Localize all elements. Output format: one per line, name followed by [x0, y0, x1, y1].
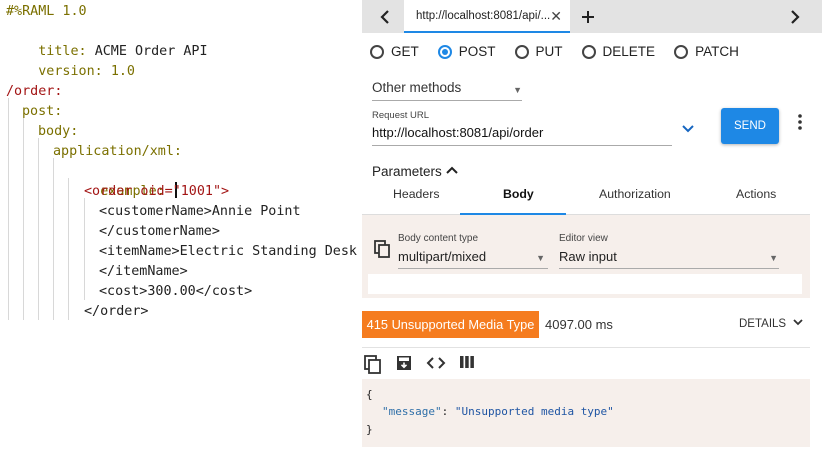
http-method-group: GET POST PUT DELETE PATCH — [370, 44, 758, 59]
request-url-label: Request URL — [372, 110, 430, 121]
body-editor-card: Body content type multipart/mixed ▼ Edit… — [362, 215, 810, 298]
tab-actions[interactable]: Actions — [736, 187, 776, 201]
tab-bar: http://localhost:8081/api/... ✕ — [362, 0, 822, 33]
status-badge: 415 Unsupported Media Type — [362, 311, 539, 338]
dropdown-arrow-icon[interactable]: ▼ — [535, 253, 545, 263]
code-line-xml: <cost>300.00</cost> — [99, 284, 253, 299]
chevron-down-icon[interactable] — [682, 120, 694, 136]
other-methods-label: Other methods — [372, 80, 462, 95]
send-button[interactable]: SEND — [721, 108, 779, 144]
close-icon[interactable]: ✕ — [550, 8, 562, 25]
api-console: http://localhost:8081/api/... ✕ GET POST… — [362, 0, 822, 459]
method-label: PATCH — [695, 44, 739, 59]
radio-button — [514, 44, 529, 59]
json-key: "message" — [382, 405, 442, 418]
indent-guide — [53, 158, 54, 320]
plus-icon[interactable] — [574, 0, 602, 33]
editor-view-label: Editor view — [559, 233, 608, 244]
copy-icon[interactable] — [374, 240, 390, 263]
json-line: "message": "Unsupported media type" — [382, 405, 614, 418]
save-icon[interactable] — [396, 355, 412, 376]
radio-button — [437, 44, 452, 59]
method-radio-delete[interactable]: DELETE — [581, 44, 656, 59]
json-value: "Unsupported media type" — [454, 405, 614, 418]
radio-button — [674, 44, 689, 59]
body-content-type-select[interactable]: multipart/mixed — [398, 249, 486, 264]
code-line-version: version: 1.0 — [6, 42, 135, 79]
editor-view-select[interactable]: Raw input — [559, 249, 617, 264]
tab-authorization[interactable]: Authorization — [599, 187, 671, 201]
dropdown-arrow-icon: ▼ — [513, 85, 522, 95]
chevron-left-icon[interactable] — [370, 0, 400, 33]
url-underline — [372, 145, 672, 146]
chevron-right-icon[interactable] — [780, 0, 810, 33]
request-url-input[interactable]: http://localhost:8081/api/order — [372, 125, 543, 140]
method-radio-patch[interactable]: PATCH — [674, 44, 739, 59]
tab-body[interactable]: Body — [503, 187, 534, 201]
json-brace: } — [366, 423, 373, 436]
indent-guide — [8, 98, 9, 320]
select-underline — [398, 268, 548, 269]
copy-icon[interactable] — [364, 355, 382, 379]
code-line-xml: </itemName> — [99, 264, 188, 279]
radio-button — [581, 44, 596, 59]
json-brace: { — [366, 388, 373, 401]
tab-headers[interactable]: Headers — [393, 187, 439, 201]
dropdown-arrow-icon[interactable]: ▼ — [768, 253, 778, 263]
method-label: GET — [391, 44, 419, 59]
request-tab[interactable]: http://localhost:8081/api/... ✕ — [404, 0, 570, 33]
select-underline — [559, 268, 779, 269]
method-label: DELETE — [602, 44, 656, 59]
parameters-heading[interactable]: Parameters — [372, 164, 442, 179]
indent-guide — [84, 198, 85, 300]
code-line-xml: </customerName> — [99, 224, 220, 239]
dropdown-underline — [372, 100, 522, 101]
radio-button — [370, 44, 384, 59]
more-vert-icon[interactable] — [798, 114, 802, 135]
code-line-xml: <itemName>Electric Standing Desk — [99, 244, 357, 259]
code-line-example: example: — [68, 162, 177, 199]
code-line-method: post: — [22, 104, 63, 119]
method-label: PUT — [535, 44, 563, 59]
response-time: 4097.00 ms — [545, 317, 613, 332]
columns-icon[interactable] — [459, 355, 475, 374]
method-label: POST — [458, 44, 496, 59]
indent-guide — [38, 138, 39, 320]
tab-title: http://localhost:8081/api/... — [416, 9, 551, 22]
method-radio-get[interactable]: GET — [370, 44, 419, 59]
chevron-down-icon — [793, 319, 803, 326]
code-line-title: title: ACME Order API — [6, 22, 207, 59]
chevron-up-icon[interactable] — [446, 163, 458, 177]
yaml-key: version: — [38, 64, 103, 79]
body-textarea[interactable] — [368, 274, 802, 294]
code-line-resource: /order: — [6, 84, 63, 99]
raml-editor[interactable]: #%RAML 1.0 title: ACME Order API version… — [0, 0, 357, 459]
code-line-body: body: — [38, 124, 79, 139]
other-methods-dropdown[interactable]: Other methods ▼ — [372, 80, 522, 98]
yaml-value: 1.0 — [110, 64, 135, 79]
details-label: DETAILS — [739, 318, 787, 330]
code-line-xml: <order oid="1001"> — [84, 184, 230, 199]
method-radio-put[interactable]: PUT — [514, 44, 563, 59]
code-line-xml: </order> — [84, 304, 149, 319]
code-line-xml: <customerName>Annie Point — [99, 204, 301, 219]
indent-guide — [23, 118, 24, 320]
code-line-header: #%RAML 1.0 — [6, 4, 87, 19]
method-radio-post[interactable]: POST — [437, 44, 496, 59]
code-icon[interactable] — [426, 355, 446, 376]
body-content-type-label: Body content type — [398, 233, 479, 244]
response-divider — [362, 347, 810, 348]
details-button[interactable]: DETAILS — [739, 318, 803, 330]
response-body: { "message": "Unsupported media type" } — [362, 379, 810, 447]
code-line-media-type: application/xml: — [53, 144, 182, 159]
